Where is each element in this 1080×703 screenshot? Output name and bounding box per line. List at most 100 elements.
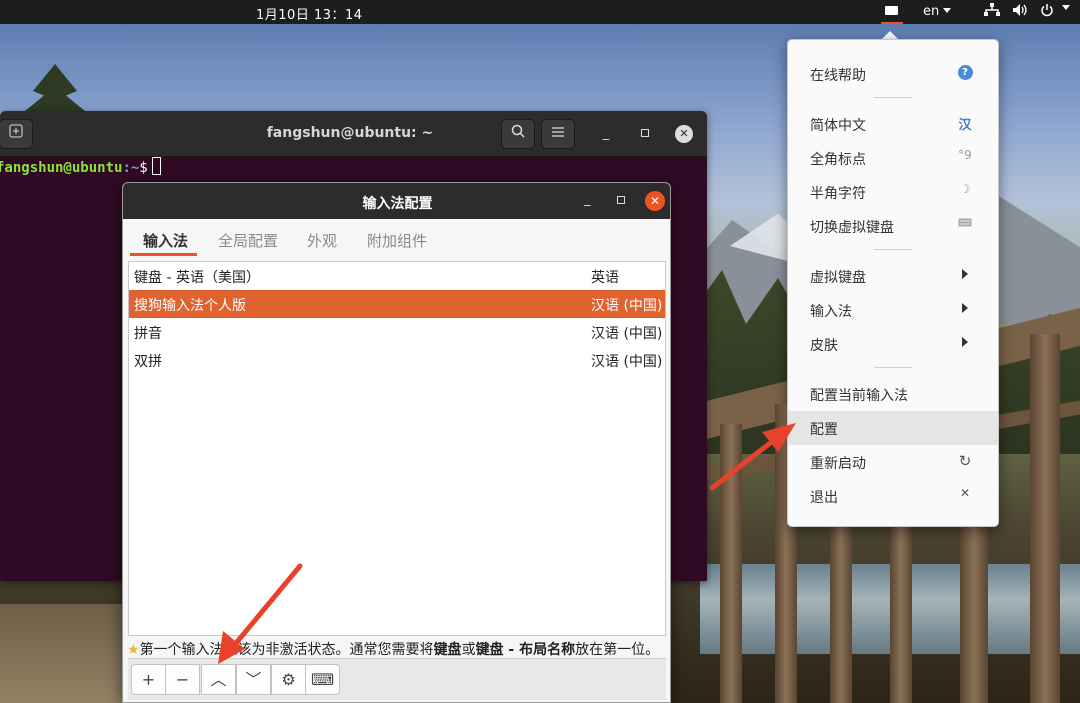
im-language: 汉语 (中国) [591,298,663,314]
maximize-icon [641,129,649,137]
keyboard-layout-button[interactable]: ⌨ [305,664,340,695]
list-item-selected[interactable]: 搜狗输入法个人版 汉语 (中国) [129,290,665,318]
menu-item-label: 半角字符 [810,186,866,202]
tab-global-config[interactable]: 全局配置 [218,230,278,251]
input-method-config-dialog[interactable]: 输入法配置 _ ✕ 输入法 全局配置 外观 附加组件 键盘 - 英语（美国） 英… [122,182,671,703]
wallpaper-walkway [0,604,130,703]
keyboard-icon [956,216,974,230]
im-name: 搜狗输入法个人版 [134,298,246,314]
hint-bold2: 键盘 - 布局名称 [475,642,576,658]
menu-item-halfwidth-char[interactable]: 半角字符 ☽ [788,175,998,209]
wallpaper-bridge-post [1030,334,1060,703]
terminal-output[interactable]: fangshun@ubuntu:~$ [0,157,161,179]
menu-item-simplified-chinese[interactable]: 简体中文 汉 [788,107,998,141]
top-bar: 1月10日 13：14 en [0,0,1080,24]
prompt-user: fangshun@ubuntu [0,160,123,176]
hint-part3: 放在第一位。 [575,642,660,658]
system-menu-chevron-icon[interactable] [1062,5,1070,10]
terminal-title: fangshun@ubuntu: ~ [266,125,434,141]
volume-icon[interactable] [1012,3,1028,21]
menu-item-restart[interactable]: 重新启动 ↻ [788,445,998,479]
language-selector[interactable]: en [923,4,952,19]
active-tab-underline [130,253,197,256]
terminal-cursor [151,157,161,175]
menu-item-label: 输入法 [810,304,852,320]
list-item[interactable]: 拼音 汉语 (中国) [129,318,665,346]
power-icon[interactable] [1040,3,1054,21]
submenu-arrow-icon [956,300,974,316]
menu-item-label: 配置当前输入法 [810,388,908,404]
list-item[interactable]: 双拼 汉语 (中国) [129,346,665,374]
fullwidth-punct-icon: °9 [958,148,972,162]
clock[interactable]: 1月10日 13：14 [256,4,363,23]
star-icon: ★ [127,642,140,658]
menu-item-input-method[interactable]: 输入法 [788,293,998,327]
im-language: 汉语 (中国) [591,354,663,370]
im-name: 双拼 [134,354,162,370]
dialog-toolbar: + − ︿ ﹀ ⚙ ⌨ [128,658,666,700]
menu-item-label: 退出 [810,490,838,506]
close-button[interactable]: ✕ [675,125,693,143]
tab-addons[interactable]: 附加组件 [367,230,427,251]
move-down-button[interactable]: ﹀ [236,664,271,695]
menu-item-quit[interactable]: 退出 ✕ [788,479,998,513]
dialog-close-button[interactable]: ✕ [645,191,665,211]
tab-input-method[interactable]: 输入法 [143,230,188,251]
prompt-path: :~ [122,160,140,176]
menu-item-virtual-keyboard[interactable]: 虚拟键盘 [788,259,998,293]
dialog-header-bar[interactable]: 输入法配置 _ ✕ [123,183,670,219]
im-language: 英语 [591,270,619,286]
remove-input-method-button[interactable]: − [165,664,200,695]
menu-separator [874,249,912,250]
im-name: 键盘 - 英语（美国） [134,270,260,286]
language-label: en [923,4,940,19]
hint-part2: 或 [461,642,476,658]
halfwidth-char-icon: ☽ [959,182,971,196]
terminal-menu-button[interactable] [541,119,575,149]
menu-separator [874,97,912,98]
menu-item-online-help[interactable]: 在线帮助 ? [788,57,998,91]
terminal-search-button[interactable] [501,119,535,149]
reload-icon: ↻ [958,452,972,470]
menu-item-label: 重新启动 [810,456,866,472]
menu-item-label: 皮肤 [810,338,838,354]
hint-text: ★第一个输入法应该为非激活状态。通常您需要将键盘或键盘 - 布局名称放在第一位。 [127,639,670,659]
list-item[interactable]: 键盘 - 英语（美国） 英语 [129,262,665,290]
menu-item-label: 全角标点 [810,152,866,168]
hint-bold1: 键盘 [433,642,462,658]
menu-item-fullwidth-punct[interactable]: 全角标点 °9 [788,141,998,175]
help-icon: ? [956,64,974,80]
menu-item-label: 配置 [810,422,838,438]
menu-item-skin[interactable]: 皮肤 [788,327,998,361]
submenu-arrow-icon [956,334,974,350]
prompt-symbol: $ [139,160,148,176]
terminal-header-bar[interactable]: fangshun@ubuntu: ~ _ ✕ [0,111,707,157]
chevron-down-icon [943,8,952,13]
search-icon [511,124,525,138]
dialog-minimize-button[interactable]: _ [584,192,591,207]
menu-item-configure-current-im[interactable]: 配置当前输入法 [788,377,998,411]
network-icon[interactable] [984,3,1000,21]
configure-input-method-button[interactable]: ⚙ [271,664,306,695]
close-icon: ✕ [959,486,971,500]
move-up-button[interactable]: ︿ [201,664,236,695]
dialog-maximize-button[interactable] [617,196,625,204]
menu-separator [874,367,912,368]
menu-item-configure[interactable]: 配置 [788,411,998,445]
maximize-button[interactable] [636,125,654,143]
add-input-method-button[interactable]: + [131,664,166,695]
menu-item-label: 在线帮助 [810,68,866,84]
hint-part1: 第一个输入法应该为非激活状态。通常您需要将 [139,642,434,658]
minimize-button[interactable]: _ [597,125,615,143]
tab-appearance[interactable]: 外观 [307,230,337,251]
wallpaper-bridge-post [720,424,742,703]
hamburger-icon [552,127,564,137]
dialog-tabs: 输入法 全局配置 外观 附加组件 [123,219,670,257]
menu-item-label: 切换虚拟键盘 [810,220,894,236]
menu-item-label: 虚拟键盘 [810,270,866,286]
input-method-list[interactable]: 键盘 - 英语（美国） 英语 搜狗输入法个人版 汉语 (中国) 拼音 汉语 (中… [128,261,666,636]
submenu-arrow-icon [956,266,974,282]
menu-item-label: 简体中文 [810,118,866,134]
keyboard-indicator-icon[interactable] [885,6,898,15]
menu-item-toggle-virtual-keyboard[interactable]: 切换虚拟键盘 [788,209,998,243]
